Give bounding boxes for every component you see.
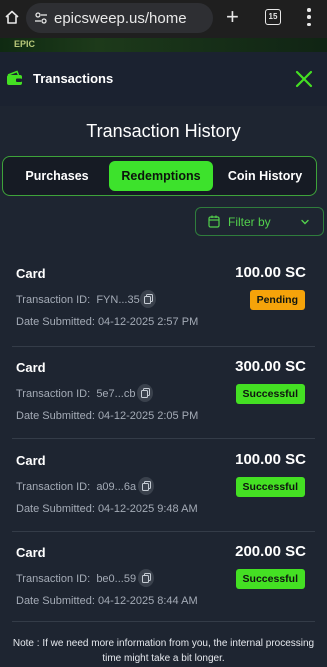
transaction-id-row: Transaction ID: a09...6a bbox=[16, 481, 136, 493]
copy-id-button[interactable] bbox=[140, 290, 156, 308]
status-badge: Successful bbox=[235, 384, 305, 404]
calendar-icon bbox=[208, 215, 220, 228]
transaction-type: Card bbox=[16, 545, 46, 560]
page-title: Transaction History bbox=[86, 121, 241, 141]
modal-header: Transactions bbox=[0, 52, 327, 106]
transaction-id-label: Transaction ID: bbox=[16, 294, 91, 306]
filter-dropdown[interactable]: Filter by bbox=[195, 207, 324, 236]
more-vert-icon[interactable] bbox=[307, 8, 311, 26]
date-submitted-value: 04-12-2025 9:48 AM bbox=[97, 503, 198, 515]
modal-title: Transactions bbox=[33, 71, 114, 86]
copy-icon bbox=[141, 388, 150, 398]
transaction-id-label: Transaction ID: bbox=[16, 573, 91, 585]
copy-icon bbox=[142, 481, 151, 491]
transaction-item: Card 300.00 SC Transaction ID: 5e7...cb … bbox=[0, 358, 327, 440]
date-submitted-label: Date Submitted: bbox=[16, 410, 95, 422]
date-submitted-label: Date Submitted: bbox=[16, 316, 95, 328]
divider bbox=[12, 346, 315, 347]
transaction-amount: 300.00 SC bbox=[235, 358, 306, 375]
date-submitted-row: Date Submitted: 04-12-2025 2:57 PM bbox=[16, 316, 198, 328]
divider bbox=[12, 438, 315, 439]
transaction-id-value: 5e7...cb bbox=[96, 388, 136, 400]
copy-id-button[interactable] bbox=[138, 477, 154, 495]
status-badge: Successful bbox=[235, 569, 305, 589]
transaction-id-row: Transaction ID: be0...59 bbox=[16, 573, 136, 585]
transaction-id-value: be0...59 bbox=[96, 573, 137, 585]
date-submitted-value: 04-12-2025 8:44 AM bbox=[97, 595, 198, 607]
date-submitted-value: 04-12-2025 2:57 PM bbox=[97, 316, 199, 328]
copy-icon bbox=[144, 294, 153, 304]
date-submitted-row: Date Submitted: 04-12-2025 8:44 AM bbox=[16, 595, 198, 607]
tabs-icon[interactable]: 15 bbox=[265, 9, 281, 25]
date-submitted-label: Date Submitted: bbox=[16, 595, 95, 607]
history-tabs: Purchases Redemptions Coin History bbox=[2, 156, 317, 196]
wallet-icon bbox=[7, 70, 22, 85]
copy-icon bbox=[142, 573, 151, 583]
transaction-id-value: FYN...35 bbox=[96, 294, 140, 306]
status-badge: Pending bbox=[249, 290, 305, 310]
transaction-id-row: Transaction ID: 5e7...cb bbox=[16, 388, 135, 400]
filter-label: Filter by bbox=[228, 215, 271, 229]
transaction-item: Card 100.00 SC Transaction ID: FYN...35 … bbox=[0, 264, 327, 346]
tab-redemptions[interactable]: Redemptions bbox=[109, 161, 213, 191]
divider bbox=[12, 531, 315, 532]
transaction-id-value: a09...6a bbox=[96, 481, 137, 493]
transaction-id-label: Transaction ID: bbox=[16, 481, 91, 493]
chevron-down-icon bbox=[301, 219, 309, 225]
new-tab-button[interactable]: + bbox=[226, 4, 239, 29]
copy-id-button[interactable] bbox=[138, 569, 154, 587]
transaction-amount: 100.00 SC bbox=[235, 451, 306, 468]
date-submitted-row: Date Submitted: 04-12-2025 9:48 AM bbox=[16, 503, 198, 515]
date-submitted-value: 04-12-2025 2:05 PM bbox=[97, 410, 199, 422]
address-bar[interactable]: epicsweep.us/home bbox=[26, 3, 213, 33]
date-submitted-label: Date Submitted: bbox=[16, 503, 95, 515]
transaction-id-label: Transaction ID: bbox=[16, 388, 91, 400]
transaction-amount: 200.00 SC bbox=[235, 543, 306, 560]
close-icon[interactable] bbox=[294, 69, 314, 89]
tab-purchases[interactable]: Purchases bbox=[7, 161, 107, 191]
date-submitted-row: Date Submitted: 04-12-2025 2:05 PM bbox=[16, 410, 198, 422]
url-text: epicsweep.us/home bbox=[54, 9, 187, 27]
transaction-item: Card 200.00 SC Transaction ID: be0...59 … bbox=[0, 543, 327, 625]
plus-icon: + bbox=[226, 4, 239, 29]
copy-id-button[interactable] bbox=[137, 384, 153, 402]
browser-toolbar: epicsweep.us/home + 15 bbox=[0, 0, 327, 38]
transaction-amount: 100.00 SC bbox=[235, 264, 306, 281]
divider bbox=[12, 621, 315, 622]
home-icon[interactable] bbox=[4, 9, 20, 25]
transaction-id-row: Transaction ID: FYN...35 bbox=[16, 294, 140, 306]
background-logo-text: EPIC bbox=[14, 39, 36, 49]
page-background-strip: EPIC bbox=[0, 38, 327, 52]
tab-coin-history[interactable]: Coin History bbox=[215, 161, 315, 191]
transaction-item: Card 100.00 SC Transaction ID: a09...6a … bbox=[0, 451, 327, 533]
status-badge: Successful bbox=[235, 477, 305, 497]
transaction-type: Card bbox=[16, 266, 46, 281]
tune-icon[interactable] bbox=[34, 11, 48, 25]
transaction-type: Card bbox=[16, 453, 46, 468]
transaction-type: Card bbox=[16, 360, 46, 375]
processing-note: Note : If we need more information from … bbox=[12, 638, 315, 664]
